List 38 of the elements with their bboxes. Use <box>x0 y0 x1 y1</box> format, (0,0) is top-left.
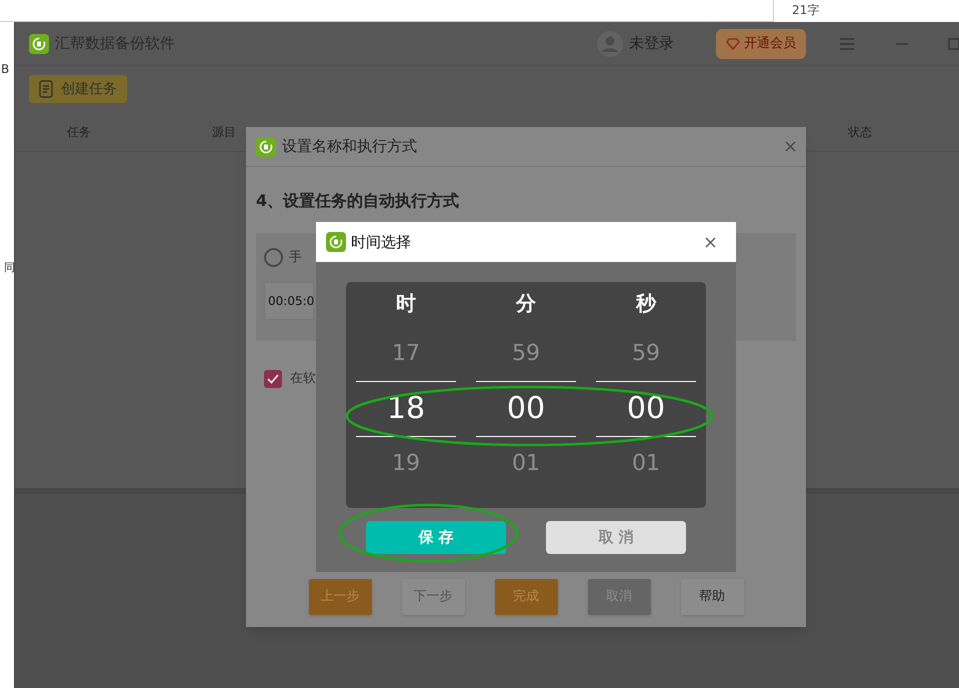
time-option[interactable]: 59 <box>512 339 540 369</box>
diamond-icon <box>726 36 740 50</box>
time-option[interactable]: 01 <box>512 449 540 479</box>
minimize-icon[interactable] <box>896 42 908 44</box>
maximize-icon[interactable] <box>948 38 959 50</box>
checkbox-label: 在软 <box>290 370 316 388</box>
vip-button[interactable]: 开通会员 <box>716 28 806 58</box>
column-header: 秒 <box>636 290 656 317</box>
word-count: 21字 <box>792 2 820 18</box>
section-heading: 4、设置任务的自动执行方式 <box>256 190 460 212</box>
selected-time[interactable]: 18 <box>386 391 426 427</box>
time-option[interactable]: 17 <box>392 339 420 369</box>
time-option[interactable]: 59 <box>632 339 660 369</box>
checkbox[interactable] <box>264 370 282 388</box>
column-header: 分 <box>516 290 536 317</box>
close-icon[interactable] <box>705 236 716 248</box>
side-text: B <box>1 61 10 78</box>
side-text: 同 <box>4 260 15 276</box>
menu-icon[interactable] <box>840 38 854 50</box>
time-option[interactable]: 19 <box>392 449 420 479</box>
app-logo-icon <box>256 136 276 156</box>
footer-button[interactable]: 下一步 <box>402 579 464 615</box>
app-logo-icon <box>29 34 49 54</box>
create-task-button[interactable]: 创建任务 <box>29 75 127 103</box>
dialog-title: 设置名称和执行方式 <box>282 136 417 158</box>
time-input-field[interactable]: 00:05:0 <box>264 282 314 320</box>
task-list-icon <box>39 80 55 98</box>
radio-button[interactable] <box>264 248 283 268</box>
radio-label: 手 <box>289 249 302 267</box>
app-logo-icon <box>326 232 346 252</box>
selected-time[interactable]: 00 <box>506 391 546 427</box>
cancel-button[interactable]: 取 消 <box>546 521 686 554</box>
picker-title: 时间选择 <box>351 232 411 253</box>
footer-button[interactable]: 帮助 <box>680 579 744 615</box>
column-header: 时 <box>396 290 416 317</box>
selected-time[interactable]: 00 <box>626 391 666 427</box>
save-button[interactable]: 保 存 <box>366 521 506 554</box>
time-option[interactable]: 01 <box>632 449 660 479</box>
